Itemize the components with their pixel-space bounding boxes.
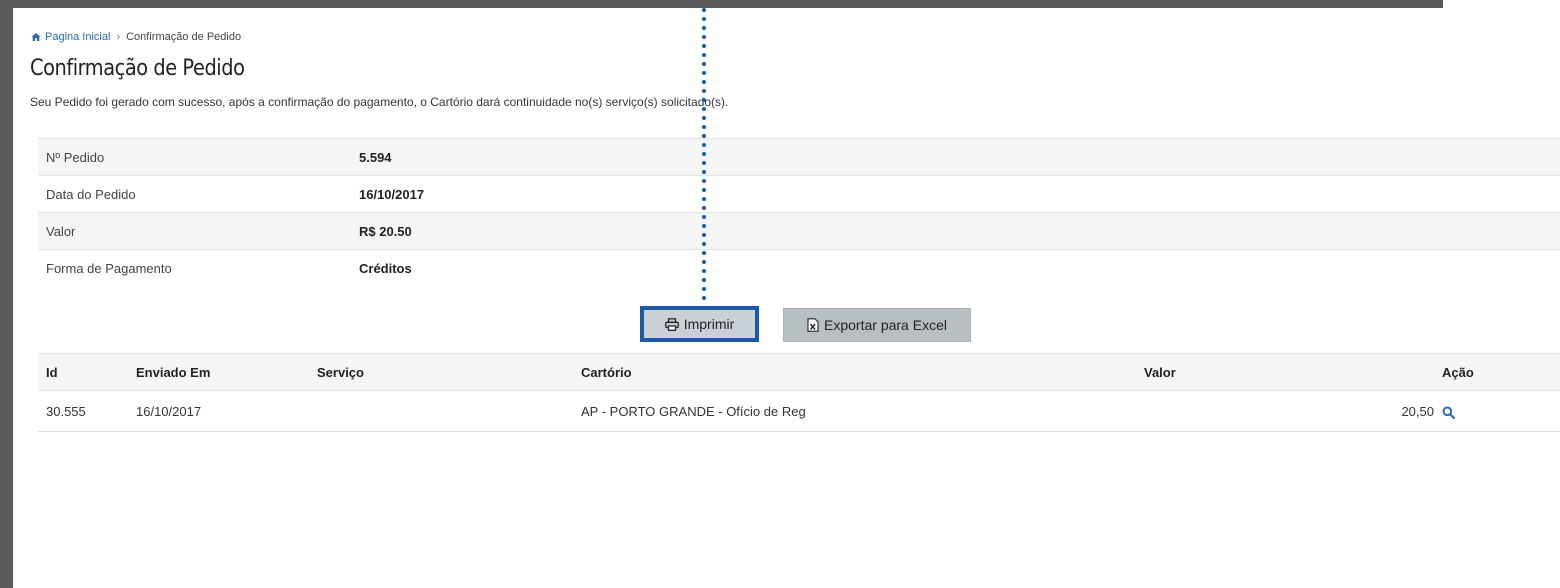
order-amount-label: Valor [38,212,351,250]
column-header-service[interactable]: Serviço [309,353,573,391]
breadcrumb-separator: › [116,31,121,43]
order-info-row: Valor R$ 20.50 [38,212,1560,250]
printer-icon [664,317,679,331]
cell-value: 20,50 [1136,390,1442,432]
cell-sent: 16/10/2017 [128,390,309,432]
order-info-table: Nº Pedido 5.594 Data do Pedido 16/10/201… [38,138,1560,287]
order-info-row: Nº Pedido 5.594 [38,138,1560,176]
column-header-sent[interactable]: Enviado Em [128,353,309,391]
success-message: Seu Pedido foi gerado com sucesso, após … [30,95,729,109]
print-button-label: Imprimir [683,316,735,332]
export-excel-button[interactable]: Exportar para Excel [783,308,971,342]
search-icon[interactable] [1442,406,1455,419]
payment-method-label: Forma de Pagamento [38,249,351,287]
breadcrumb-home-link[interactable]: Pagina Inicial [45,31,110,43]
cell-id: 30.555 [38,390,128,432]
table-row: 30.555 16/10/2017 AP - PORTO GRANDE - Of… [38,390,1560,432]
page-content: Pagina Inicial › Confirmação de Pedido C… [13,8,1560,588]
annotation-dotted-line [702,8,706,306]
home-icon [31,33,41,41]
column-header-action: Ação [1442,353,1560,391]
breadcrumb: Pagina Inicial › Confirmação de Pedido [31,31,241,43]
order-date-label: Data do Pedido [38,175,351,213]
payment-method-value: Créditos [351,249,1560,287]
table-header-row: Id Enviado Em Serviço Cartório Valor Açã… [38,353,1560,391]
order-info-row: Forma de Pagamento Créditos [38,249,1560,287]
page-title: Confirmação de Pedido [30,56,245,81]
export-excel-label: Exportar para Excel [824,317,947,333]
window-left-frame [0,0,13,588]
column-header-registry[interactable]: Cartório [573,353,1136,391]
order-date-value: 16/10/2017 [351,175,1560,213]
column-header-value[interactable]: Valor [1136,353,1442,391]
order-number-value: 5.594 [351,138,1560,176]
cell-registry: AP - PORTO GRANDE - Ofício de Reg [573,390,1136,432]
order-info-row: Data do Pedido 16/10/2017 [38,175,1560,213]
window-top-frame [0,0,1443,8]
breadcrumb-current: Confirmação de Pedido [126,31,242,43]
requests-table: Id Enviado Em Serviço Cartório Valor Açã… [38,353,1560,432]
excel-icon [807,318,819,332]
print-button[interactable]: Imprimir [640,306,759,342]
cell-service [309,390,573,432]
column-header-id[interactable]: Id [38,353,128,391]
cell-action [1442,390,1560,432]
order-number-label: Nº Pedido [38,138,351,176]
order-amount-value: R$ 20.50 [351,212,1560,250]
